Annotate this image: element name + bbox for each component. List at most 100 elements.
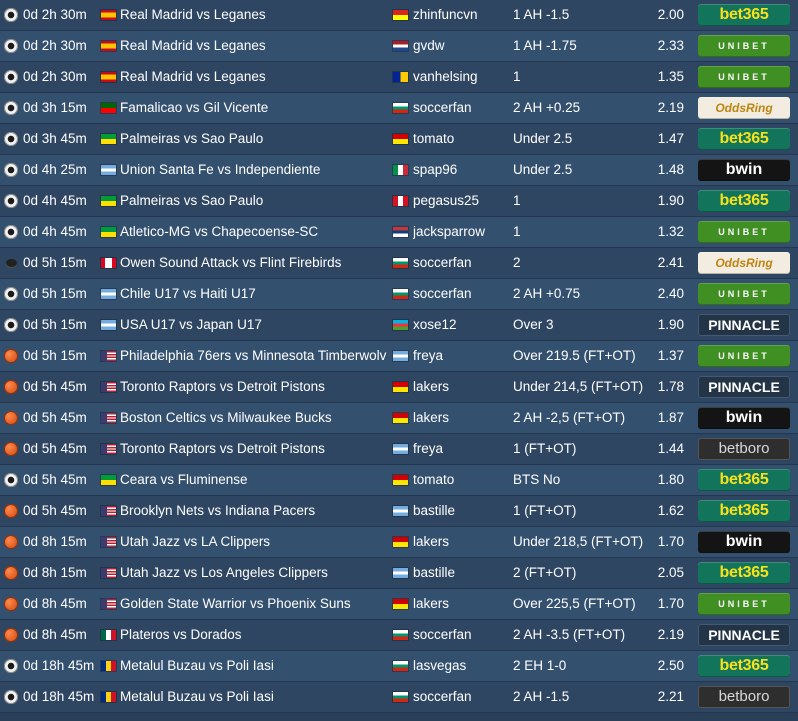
tipster-link[interactable]: soccerfan bbox=[413, 682, 509, 712]
table-row[interactable]: 0d 4h 45m Palmeiras vs Sao Paulo pegasus25… bbox=[0, 186, 798, 217]
match-link[interactable]: Atletico-MG vs Chapecoense-SC bbox=[120, 217, 388, 247]
match-link[interactable]: Palmeiras vs Sao Paulo bbox=[120, 186, 388, 216]
bookmaker-logo-button[interactable]: OddsRing bbox=[698, 97, 790, 119]
tipster-link[interactable]: lakers bbox=[413, 527, 509, 557]
match-link[interactable]: Metalul Buzau vs Poli Iasi bbox=[120, 651, 388, 681]
table-row[interactable]: 0d 8h 45m Plateros vs Dorados soccerfan 2 A… bbox=[0, 620, 798, 651]
tipster-link[interactable]: lakers bbox=[413, 372, 509, 402]
tipster-link[interactable]: bastille bbox=[413, 558, 509, 588]
tipster-link[interactable]: lakers bbox=[413, 403, 509, 433]
bookmaker-logo-button[interactable]: PINNACLE bbox=[698, 314, 790, 336]
tipster-link[interactable]: vanhelsing bbox=[413, 62, 509, 92]
table-row[interactable]: 0d 5h 45m Boston Celtics vs Milwaukee Buc… bbox=[0, 403, 798, 434]
table-row[interactable]: 0d 18h 45m Metalul Buzau vs Poli Iasi socc… bbox=[0, 682, 798, 713]
table-row[interactable]: 0d 2h 30m Real Madrid vs Leganes vanhelsin… bbox=[0, 62, 798, 93]
match-link[interactable]: Toronto Raptors vs Detroit Pistons bbox=[120, 434, 388, 464]
user-country-flag-icon bbox=[393, 692, 408, 702]
table-row[interactable]: 0d 5h 15m Philadelphia 76ers vs Minnesota… bbox=[0, 341, 798, 372]
tipster-link[interactable]: bastille bbox=[413, 496, 509, 526]
match-link[interactable]: Union Santa Fe vs Independiente bbox=[120, 155, 388, 185]
bookmaker-logo-button[interactable]: bet365 bbox=[698, 128, 790, 150]
table-row[interactable]: 0d 5h 45m Toronto Raptors vs Detroit Pist… bbox=[0, 434, 798, 465]
basketball-icon bbox=[4, 628, 19, 643]
bookmaker-logo-button[interactable]: betboro bbox=[698, 438, 790, 460]
match-link[interactable]: Palmeiras vs Sao Paulo bbox=[120, 124, 388, 154]
bookmaker-logo-button[interactable]: bet365 bbox=[698, 190, 790, 212]
tipster-link[interactable]: soccerfan bbox=[413, 279, 509, 309]
bookmaker-logo-button[interactable]: UNIBET bbox=[698, 35, 790, 57]
table-row[interactable]: 0d 5h 15m Owen Sound Attack vs Flint Fire… bbox=[0, 248, 798, 279]
table-row[interactable]: 0d 5h 15m USA U17 vs Japan U17 xose12 Over … bbox=[0, 310, 798, 341]
match-link[interactable]: Owen Sound Attack vs Flint Firebirds bbox=[120, 248, 388, 278]
bookmaker-logo-button[interactable]: UNIBET bbox=[698, 221, 790, 243]
bookmaker-logo-button[interactable]: bet365 bbox=[698, 562, 790, 584]
table-row[interactable]: 0d 18h 45m Metalul Buzau vs Poli Iasi lasv… bbox=[0, 651, 798, 682]
match-link[interactable]: Philadelphia 76ers vs Minnesota Timberwo… bbox=[120, 341, 388, 371]
table-row[interactable]: 0d 5h 45m Toronto Raptors vs Detroit Pist… bbox=[0, 372, 798, 403]
tipster-link[interactable]: lasvegas bbox=[413, 651, 509, 681]
bookmaker-logo-button[interactable]: bet365 bbox=[698, 655, 790, 677]
tipster-link[interactable]: gvdw bbox=[413, 31, 509, 61]
table-row[interactable]: 0d 5h 15m Chile U17 vs Haiti U17 soccerfan… bbox=[0, 279, 798, 310]
match-link[interactable]: Utah Jazz vs Los Angeles Clippers bbox=[120, 558, 388, 588]
tipster-link[interactable]: jacksparrow bbox=[413, 217, 509, 247]
table-row[interactable]: 0d 2h 30m Real Madrid vs Leganes gvdw 1 AH … bbox=[0, 31, 798, 62]
match-link[interactable]: Ceara vs Fluminense bbox=[120, 465, 388, 495]
user-country-flag-icon bbox=[393, 41, 408, 51]
match-link[interactable]: Toronto Raptors vs Detroit Pistons bbox=[120, 372, 388, 402]
soccer-ball-icon bbox=[4, 132, 19, 147]
tipster-link[interactable]: pegasus25 bbox=[413, 186, 509, 216]
match-link[interactable]: Brooklyn Nets vs Indiana Pacers bbox=[120, 496, 388, 526]
match-link[interactable]: Real Madrid vs Leganes bbox=[120, 0, 388, 30]
user-country-flag-icon bbox=[393, 258, 408, 268]
match-link[interactable]: USA U17 vs Japan U17 bbox=[120, 310, 388, 340]
table-row[interactable]: 0d 4h 25m Union Santa Fe vs Independiente… bbox=[0, 155, 798, 186]
table-row[interactable]: 0d 2h 30m Real Madrid vs Leganes zhinfuncv… bbox=[0, 0, 798, 31]
bookmaker-logo-button[interactable]: UNIBET bbox=[698, 283, 790, 305]
match-link[interactable]: Plateros vs Dorados bbox=[120, 620, 388, 650]
table-row[interactable]: 0d 8h 15m Utah Jazz vs Los Angeles Clippe… bbox=[0, 558, 798, 589]
match-link[interactable]: Chile U17 vs Haiti U17 bbox=[120, 279, 388, 309]
tipster-link[interactable]: soccerfan bbox=[413, 93, 509, 123]
bookmaker-logo-button[interactable]: UNIBET bbox=[698, 593, 790, 615]
match-link[interactable]: Real Madrid vs Leganes bbox=[120, 62, 388, 92]
bookmaker-logo-button[interactable]: bwin bbox=[698, 407, 790, 429]
tipster-link[interactable]: soccerfan bbox=[413, 248, 509, 278]
pick-text: 2 AH +0.25 bbox=[513, 100, 581, 115]
kickoff-countdown: 0d 8h 45m bbox=[23, 596, 87, 611]
bookmaker-logo-button[interactable]: bwin bbox=[698, 159, 790, 181]
tipster-link[interactable]: tomato bbox=[413, 465, 509, 495]
tipster-link[interactable]: freya bbox=[413, 434, 509, 464]
match-link[interactable]: Real Madrid vs Leganes bbox=[120, 31, 388, 61]
tipster-link[interactable]: xose12 bbox=[413, 310, 509, 340]
tipster-link[interactable]: zhinfuncvn bbox=[413, 0, 509, 30]
bookmaker-logo-button[interactable]: PINNACLE bbox=[698, 376, 790, 398]
table-row[interactable]: 0d 3h 45m Palmeiras vs Sao Paulo tomato Und… bbox=[0, 124, 798, 155]
tipster-link[interactable]: spap96 bbox=[413, 155, 509, 185]
tipster-link[interactable]: freya bbox=[413, 341, 509, 371]
match-link[interactable]: Utah Jazz vs LA Clippers bbox=[120, 527, 388, 557]
bookmaker-logo-button[interactable]: bet365 bbox=[698, 500, 790, 522]
bookmaker-logo-button[interactable]: PINNACLE bbox=[698, 624, 790, 646]
bookmaker-logo-button[interactable]: bet365 bbox=[698, 469, 790, 491]
pick-text: Under 2.5 bbox=[513, 131, 573, 146]
table-row[interactable]: 0d 4h 45m Atletico-MG vs Chapecoense-SC ja… bbox=[0, 217, 798, 248]
table-row[interactable]: 0d 8h 45m Golden State Warrior vs Phoenix… bbox=[0, 589, 798, 620]
match-link[interactable]: Famalicao vs Gil Vicente bbox=[120, 93, 388, 123]
tipster-link[interactable]: tomato bbox=[413, 124, 509, 154]
bookmaker-logo-button[interactable]: OddsRing bbox=[698, 252, 790, 274]
tipster-link[interactable]: lakers bbox=[413, 589, 509, 619]
bookmaker-logo-button[interactable]: bet365 bbox=[698, 4, 790, 26]
bookmaker-logo-button[interactable]: UNIBET bbox=[698, 66, 790, 88]
bookmaker-logo-button[interactable]: betboro bbox=[698, 686, 790, 708]
match-link[interactable]: Boston Celtics vs Milwaukee Bucks bbox=[120, 403, 388, 433]
bookmaker-logo-button[interactable]: bwin bbox=[698, 531, 790, 553]
table-row[interactable]: 0d 5h 45m Ceara vs Fluminense tomato BTS No… bbox=[0, 465, 798, 496]
tipster-link[interactable]: soccerfan bbox=[413, 620, 509, 650]
table-row[interactable]: 0d 5h 45m Brooklyn Nets vs Indiana Pacers… bbox=[0, 496, 798, 527]
bookmaker-logo-button[interactable]: UNIBET bbox=[698, 345, 790, 367]
table-row[interactable]: 0d 3h 15m Famalicao vs Gil Vicente soccerf… bbox=[0, 93, 798, 124]
table-row[interactable]: 0d 8h 15m Utah Jazz vs LA Clippers lakers U… bbox=[0, 527, 798, 558]
match-link[interactable]: Metalul Buzau vs Poli Iasi bbox=[120, 682, 388, 712]
match-link[interactable]: Golden State Warrior vs Phoenix Suns bbox=[120, 589, 388, 619]
